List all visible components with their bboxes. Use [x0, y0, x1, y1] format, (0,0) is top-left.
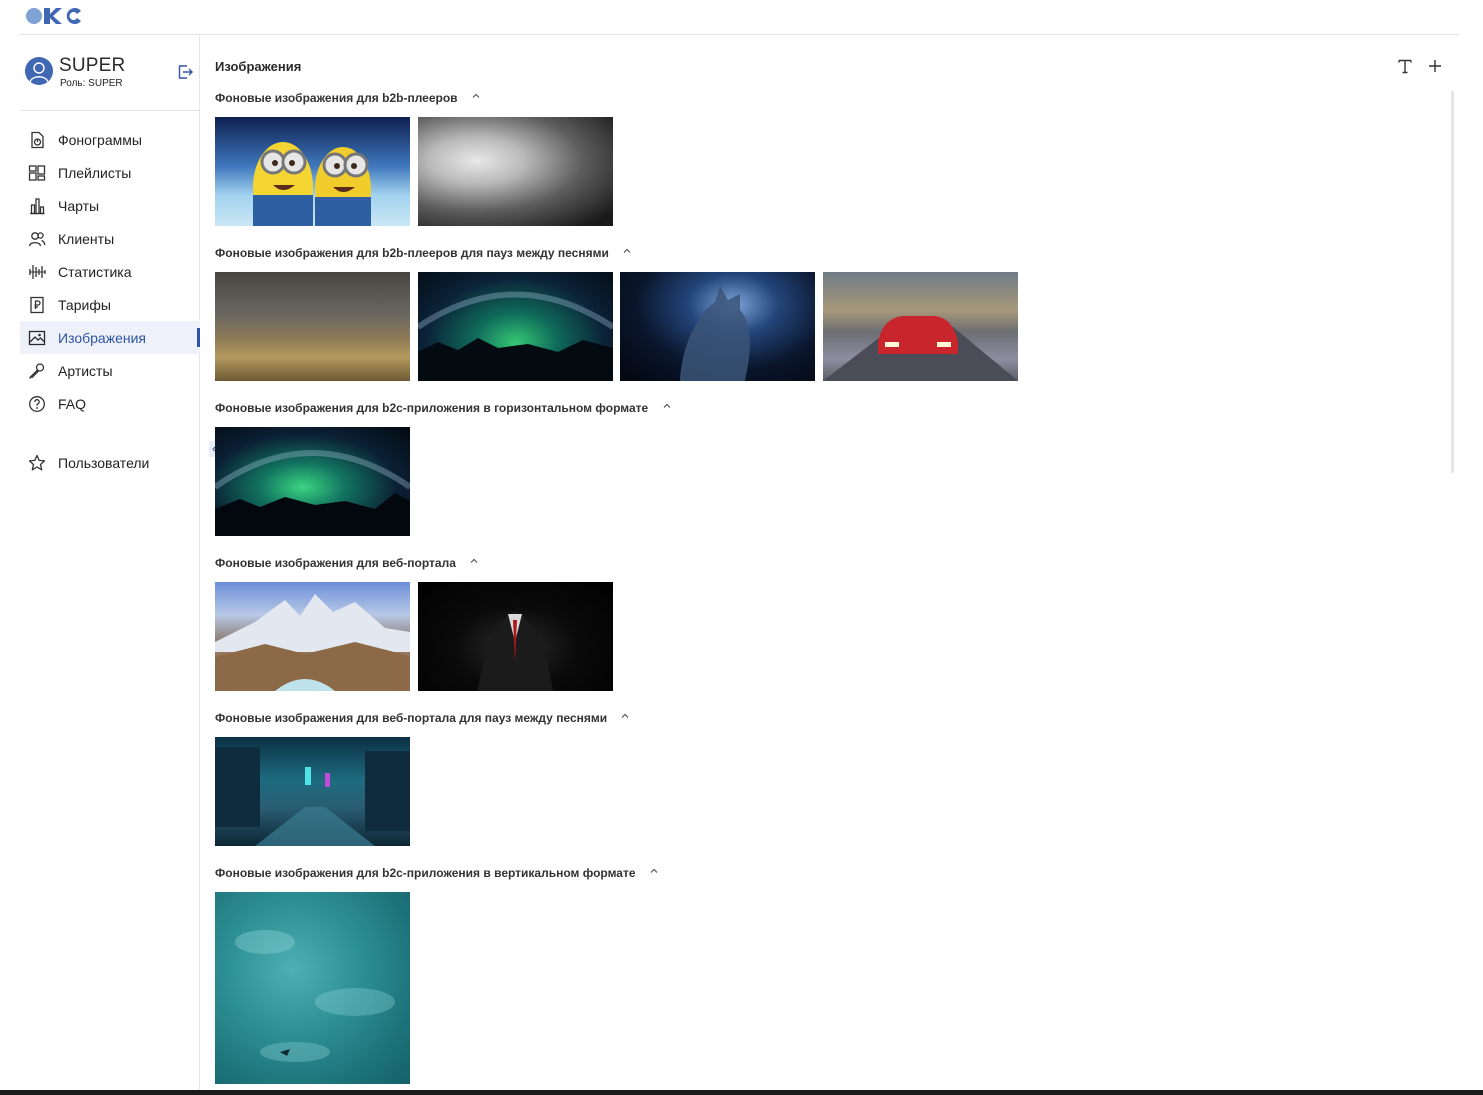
image-thumbnail-aurora-lake[interactable] [215, 427, 410, 536]
user-role: Роль: SUPER [60, 78, 123, 89]
sidebar-item-statistics[interactable]: Статистика [20, 255, 200, 288]
avatar[interactable] [25, 57, 53, 85]
dashboard-grid-icon [28, 165, 46, 181]
text-icon[interactable] [1396, 57, 1414, 75]
image-icon [28, 330, 46, 346]
user-avatar-icon [29, 62, 49, 83]
section-header[interactable]: Фоновые изображения для веб-портала для … [215, 711, 630, 725]
question-circle-icon [29, 396, 45, 412]
logout-icon[interactable] [176, 63, 194, 81]
image-thumbnail-water[interactable] [215, 892, 410, 1084]
page-title: Изображения [215, 59, 302, 74]
sidebar-item-label: Клиенты [58, 231, 115, 247]
sidebar-item-label: Тарифы [58, 297, 111, 313]
minions-picture [253, 142, 371, 226]
sidebar-item-label: Пользователи [58, 455, 150, 471]
sidebar-item-playlists[interactable]: Плейлисты [20, 156, 200, 189]
city-picture [215, 747, 410, 846]
sidebar-item-clients[interactable]: Клиенты [20, 222, 200, 255]
image-thumbnail-cat[interactable] [620, 272, 815, 381]
car-picture [823, 316, 1018, 381]
sidebar-item-tariffs[interactable]: Тарифы [20, 288, 200, 321]
ruble-document-icon [30, 296, 44, 314]
image-thumbnail-storm-field[interactable] [215, 272, 410, 381]
section-header[interactable]: Фоновые изображения для b2c-приложения в… [215, 866, 659, 880]
section-title: Фоновые изображения для b2c-приложения в… [215, 401, 649, 415]
mountains-picture [215, 594, 410, 691]
section-title: Фоновые изображения для веб-портала для … [215, 711, 608, 725]
sidebar: SUPER Роль: SUPER Фонограммы Плейлисты Ч… [20, 35, 220, 1090]
image-thumbnail-aurora-lake[interactable] [418, 272, 613, 381]
section-header[interactable]: Фоновые изображения для b2b-плееров для … [215, 246, 632, 260]
sidebar-item-charts[interactable]: Чарты [20, 189, 200, 222]
image-thumbnail-red-car[interactable] [823, 272, 1018, 381]
section-header[interactable]: Фоновые изображения для веб-портала [215, 556, 479, 570]
sidebar-item-images[interactable]: Изображения [20, 321, 200, 354]
audio-file-icon [31, 131, 44, 149]
sidebar-item-phonograms[interactable]: Фонограммы [20, 123, 200, 156]
sidebar-nav: Фонограммы Плейлисты Чарты Клиенты Стати… [20, 123, 200, 479]
section-title: Фоновые изображения для веб-портала [215, 556, 456, 570]
sidebar-item-users[interactable]: Пользователи [20, 446, 200, 479]
sidebar-item-label: Чарты [58, 198, 100, 214]
user-name: SUPER [59, 55, 126, 76]
sidebar-item-faq[interactable]: FAQ [20, 387, 200, 420]
cat-picture [680, 286, 750, 381]
star-icon [28, 454, 46, 471]
sidebar-item-artists[interactable]: Артисты [20, 354, 200, 387]
section-title: Фоновые изображения для b2c-приложения в… [215, 866, 636, 880]
add-icon[interactable] [1426, 57, 1444, 75]
bottom-edge [0, 1090, 1483, 1095]
image-thumbnail-neon-city[interactable] [215, 737, 410, 846]
sidebar-item-label: FAQ [58, 396, 87, 412]
aurora-picture [215, 450, 410, 536]
bar-chart-icon [30, 198, 45, 215]
chevron-up-icon[interactable] [620, 711, 630, 721]
image-thumbnail-minions[interactable] [215, 117, 410, 226]
nav-divider-space [20, 420, 200, 446]
water-picture [235, 930, 395, 1062]
waveform-icon [29, 265, 46, 279]
section-title: Фоновые изображения для b2b-плееров [215, 91, 458, 105]
sidebar-item-label: Изображения [58, 330, 146, 346]
sidebar-item-label: Плейлисты [58, 165, 132, 181]
chevron-up-icon[interactable] [471, 91, 481, 101]
sidebar-item-label: Артисты [58, 363, 113, 379]
sidebar-item-label: Статистика [58, 264, 132, 280]
aurora-picture [418, 291, 613, 381]
image-thumbnail-suit[interactable] [418, 582, 613, 691]
microphone-icon [28, 363, 45, 379]
chevron-up-icon[interactable] [622, 246, 632, 256]
sidebar-item-label: Фонограммы [58, 132, 142, 148]
section-header[interactable]: Фоновые изображения для b2c-приложения в… [215, 401, 672, 415]
chevron-up-icon[interactable] [469, 556, 479, 566]
top-bar [20, 0, 1459, 35]
brand-logo[interactable] [25, 7, 83, 25]
section-header[interactable]: Фоновые изображения для b2b-плееров [215, 91, 481, 105]
image-thumbnail-clouds[interactable] [418, 117, 613, 226]
section-title: Фоновые изображения для b2b-плееров для … [215, 246, 609, 260]
image-thumbnail-mountains[interactable] [215, 582, 410, 691]
suit-picture [478, 612, 553, 691]
main-content: Изображения Фоновые изображения для b2b-… [215, 35, 1455, 1090]
scrollbar[interactable] [1451, 91, 1454, 473]
user-profile: SUPER Роль: SUPER [20, 35, 200, 111]
users-icon [28, 232, 46, 247]
chevron-up-icon[interactable] [649, 866, 659, 876]
chevron-up-icon[interactable] [662, 401, 672, 411]
